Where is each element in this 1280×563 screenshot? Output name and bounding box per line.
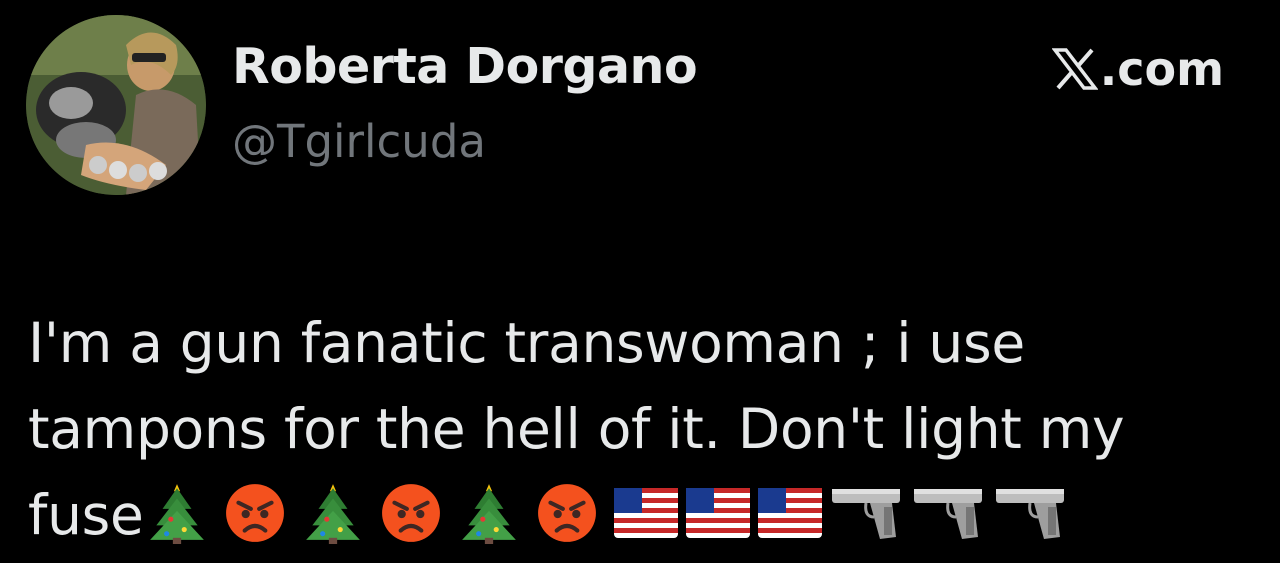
tweet-card: Roberta Dorgano @Tgirlcuda .com I'm a gu… [0, 0, 1280, 563]
tweet-text: I'm a gun fanatic transwoman ; i use tam… [28, 300, 1208, 558]
angry-face-icon [224, 482, 286, 544]
x-logo-icon [1051, 46, 1099, 92]
us-flag-icon [685, 487, 750, 538]
angry-face-icon [380, 482, 442, 544]
us-flag-icon [757, 487, 822, 538]
angry-face-icon [536, 482, 598, 544]
author-handle[interactable]: @Tgirlcuda [232, 115, 486, 168]
tweet-line: I'm a gun fanatic transwoman ; i use [28, 311, 1025, 375]
pistol-icon [912, 483, 986, 543]
tweet-line: fuse [28, 472, 1208, 558]
tweet-line-text: fuse [28, 483, 144, 547]
christmas-tree-icon [302, 482, 364, 544]
brand-link[interactable]: .com [1051, 42, 1224, 96]
christmas-tree-icon [458, 482, 520, 544]
avatar[interactable] [26, 15, 206, 195]
pistol-icon [830, 483, 904, 543]
profile-photo-icon [26, 15, 206, 195]
author-display-name[interactable]: Roberta Dorgano [232, 38, 698, 95]
us-flag-icon [613, 487, 678, 538]
brand-label: .com [1099, 42, 1224, 96]
pistol-icon [994, 483, 1068, 543]
emoji-row [146, 482, 1076, 544]
tweet-line: tampons for the hell of it. Don't light … [28, 397, 1125, 461]
christmas-tree-icon [146, 482, 208, 544]
